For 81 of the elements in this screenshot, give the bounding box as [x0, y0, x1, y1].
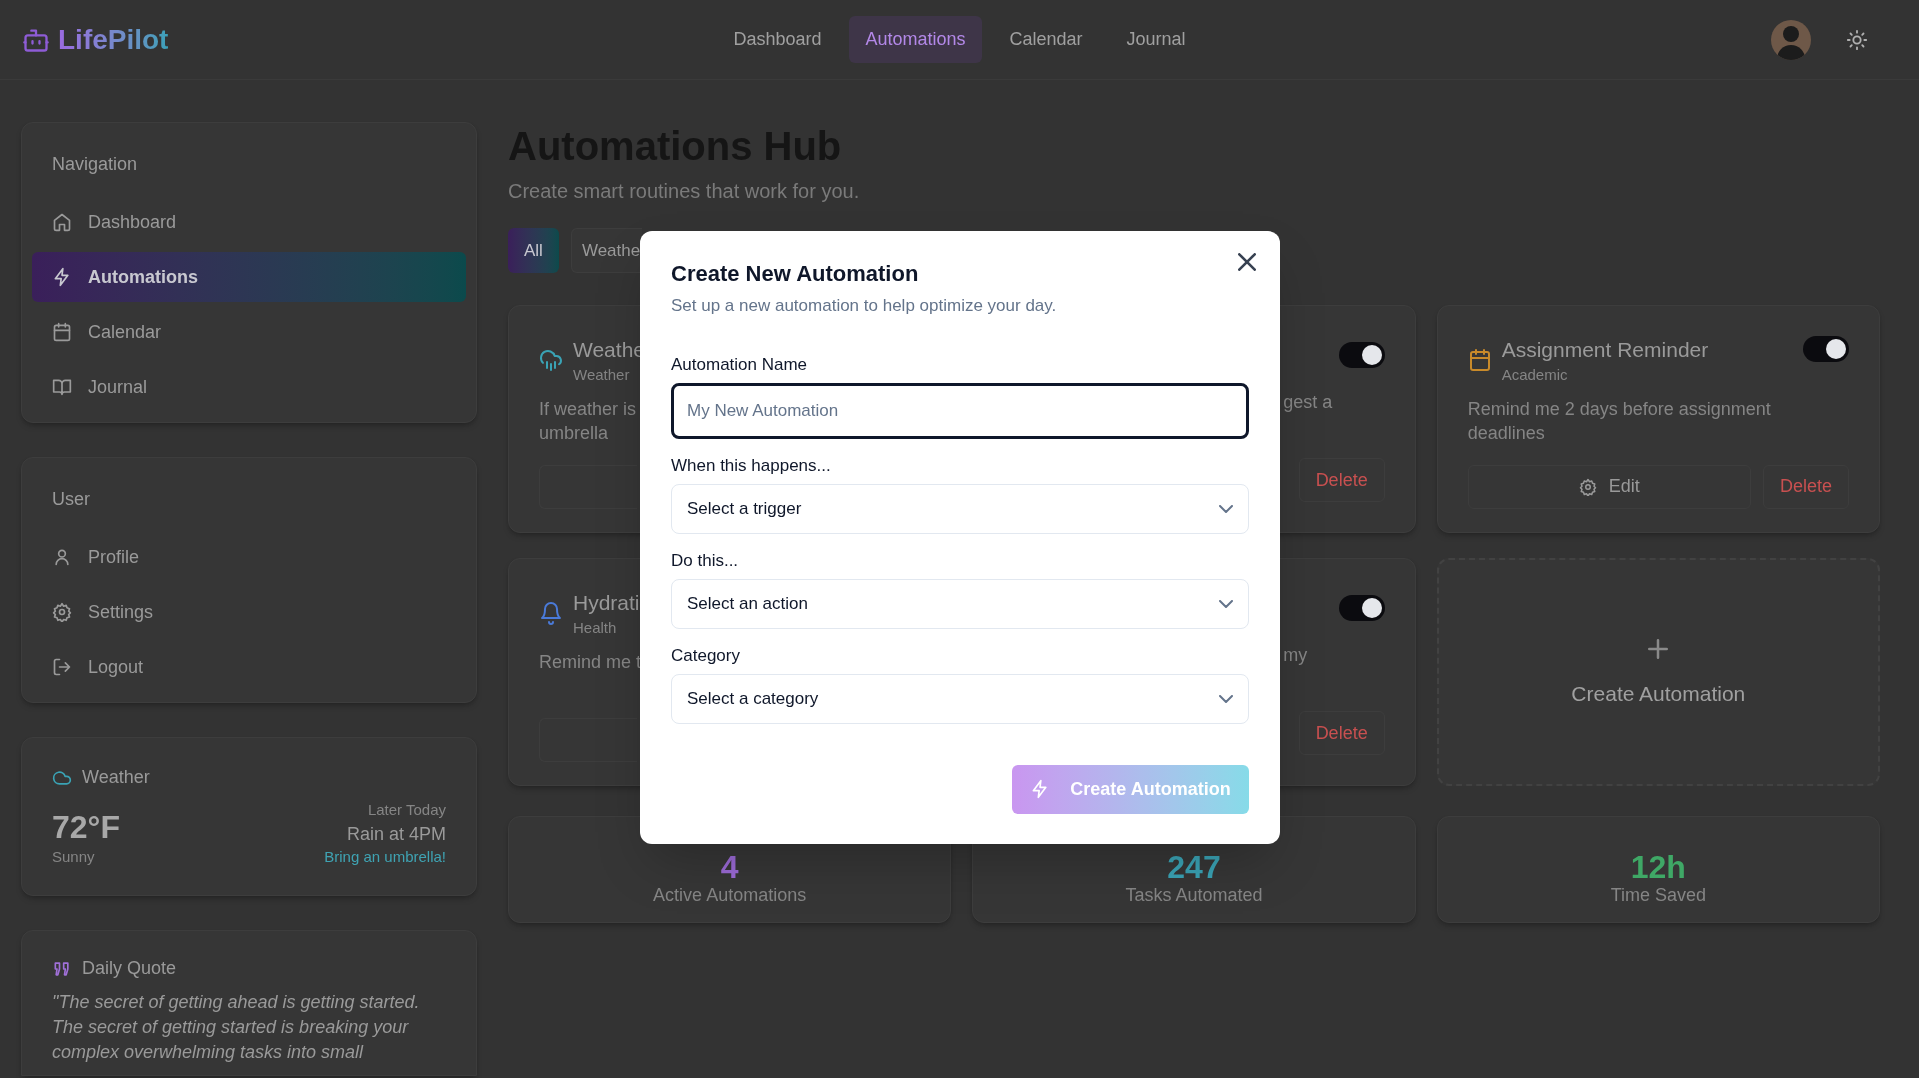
sidebar-item[interactable]: Logout	[32, 642, 466, 692]
calendar-icon	[1467, 348, 1492, 372]
nav-link[interactable]: Automations	[849, 16, 982, 63]
avatar[interactable]	[1771, 19, 1811, 60]
delete-button[interactable]: Delete	[1762, 464, 1849, 509]
card-description: my	[1283, 644, 1308, 667]
chevron-down-icon	[1219, 694, 1233, 703]
stat-value: 4	[720, 850, 739, 884]
card-category: Health	[573, 618, 617, 638]
lightning-icon	[52, 267, 72, 287]
edit-button[interactable]: Edit	[1467, 464, 1751, 509]
sidebar-item[interactable]: Journal	[32, 362, 466, 412]
card-label: Create Automation	[1571, 681, 1746, 708]
calendar-icon	[52, 322, 72, 342]
close-button[interactable]	[1236, 251, 1258, 273]
card-description: If weather is	[539, 397, 637, 421]
toggle-switch[interactable]	[1803, 336, 1849, 362]
card-title: Assignment Reminder	[1501, 337, 1709, 363]
card-title: Weather	[82, 766, 150, 789]
toggle-switch[interactable]	[1338, 595, 1385, 621]
settings-icon	[52, 602, 72, 622]
field-label: When this happens...	[671, 454, 831, 477]
cloud-rain-icon	[539, 348, 563, 372]
field-label: Do this...	[671, 549, 739, 572]
bell-icon	[539, 601, 563, 625]
nav-link[interactable]: Journal	[1110, 16, 1202, 63]
card-description: Remind me 2 days before assignment deadlines	[1467, 397, 1772, 445]
close-icon	[1238, 253, 1256, 271]
theme-toggle-button[interactable]	[1845, 27, 1869, 52]
sun-icon	[1846, 28, 1868, 51]
select-dropdown[interactable]: Select an action	[671, 578, 1249, 629]
create-automation-card[interactable]: Create Automation	[1436, 558, 1880, 786]
quote-text: "The secret of getting ahead is getting started. The secret of getting started is breaking your complex overwhelming tasks into small	[52, 991, 420, 1064]
chevron-down-icon	[1219, 599, 1233, 608]
name-input[interactable]: My New Automation	[671, 382, 1249, 439]
toggle-switch[interactable]	[1338, 342, 1385, 368]
card-title: Hydrati	[573, 590, 640, 616]
dialog-title: Create New Automation	[671, 260, 919, 288]
sidebar-item[interactable]: Profile	[32, 532, 466, 582]
stat-label: Time Saved	[1610, 884, 1706, 906]
book-icon	[52, 377, 72, 397]
card-category: Academic	[1501, 365, 1568, 385]
sidebar-item[interactable]: Settings	[32, 587, 466, 637]
section-heading: Navigation	[51, 153, 139, 175]
forecast-label: Later Today	[367, 800, 446, 820]
field-label: Category	[671, 644, 740, 667]
stat-label: Tasks Automated	[1125, 884, 1263, 906]
forecast-text: Rain at 4PM	[346, 822, 446, 846]
user-icon	[52, 547, 72, 567]
card-description: umbrella	[539, 421, 609, 445]
nav-link[interactable]: Calendar	[993, 16, 1099, 63]
sidebar-item[interactable]: Automations	[32, 252, 466, 302]
delete-button[interactable]: Delete	[1298, 711, 1385, 755]
weather-condition: Sunny	[52, 846, 95, 867]
sidebar-item[interactable]: Calendar	[32, 307, 466, 357]
select-dropdown[interactable]: Select a category	[671, 673, 1249, 724]
page-subtitle: Create smart routines that work for you.	[508, 179, 860, 204]
stat-value: 12h	[1630, 850, 1686, 884]
temperature: 72°F	[52, 807, 120, 846]
select-value: Select a category	[687, 687, 819, 710]
card-title: Daily Quote	[82, 957, 177, 980]
select-value: Select an action	[687, 592, 808, 615]
dialog-subtitle: Set up a new automation to help optimize your day.	[671, 295, 1057, 317]
delete-button[interactable]: Delete	[1298, 458, 1385, 502]
home-icon	[52, 212, 72, 232]
stat-value: 247	[1167, 850, 1221, 884]
filter-tab[interactable]: All	[508, 228, 559, 273]
nav-link[interactable]: Dashboard	[717, 16, 838, 63]
card-description: gest a	[1283, 391, 1333, 414]
weather-advice: Bring an umbrella!	[324, 846, 446, 867]
select-value: Select a trigger	[687, 497, 802, 520]
section-heading: User	[51, 488, 91, 510]
field-label: Automation Name	[671, 353, 808, 376]
settings-icon	[1578, 477, 1597, 496]
chevron-down-icon	[1219, 504, 1233, 513]
sidebar-item[interactable]: Dashboard	[32, 197, 466, 247]
select-dropdown[interactable]: Select a trigger	[671, 483, 1249, 534]
filter-tab[interactable]: Weathe	[570, 228, 643, 273]
card-category: Weather	[573, 365, 630, 385]
stat-label: Active Automations	[653, 884, 807, 906]
logout-icon	[52, 657, 72, 677]
